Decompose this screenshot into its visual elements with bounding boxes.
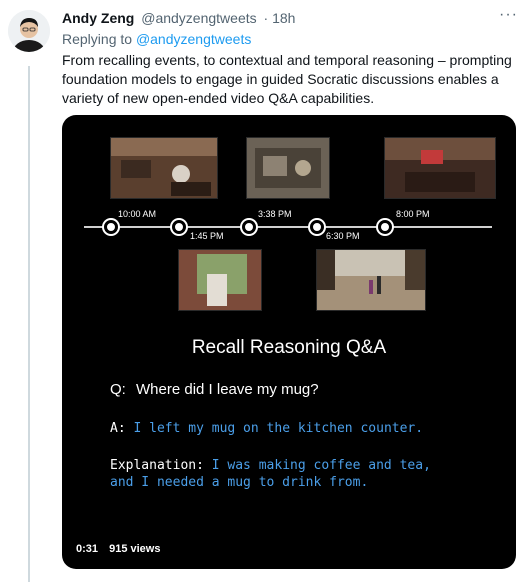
timeline-label-5: 8:00 PM bbox=[396, 209, 430, 219]
thumbnail-sink bbox=[246, 137, 330, 199]
answer-prefix: A: bbox=[110, 421, 126, 436]
tweet-time[interactable]: 18h bbox=[272, 10, 295, 26]
more-options-button[interactable]: ··· bbox=[499, 6, 518, 24]
video-duration: 0:31 bbox=[76, 543, 99, 555]
answer-line: A: I left my mug on the kitchen counter. bbox=[110, 421, 423, 436]
timeline-marker-5 bbox=[378, 220, 392, 234]
thread-line bbox=[28, 66, 30, 582]
timeline-marker-1 bbox=[104, 220, 118, 234]
answer-text: I left my mug on the kitchen counter. bbox=[133, 421, 424, 436]
timeline-label-4: 6:30 PM bbox=[326, 231, 360, 241]
explanation-line-1: Explanation: I was making coffee and tea… bbox=[110, 458, 431, 473]
thumbnail-kitchen-morning bbox=[110, 137, 218, 199]
replying-prefix: Replying to bbox=[62, 31, 133, 47]
avatar[interactable] bbox=[8, 10, 50, 52]
header-separator: · bbox=[263, 10, 269, 26]
author-name[interactable]: Andy Zeng bbox=[62, 10, 134, 26]
tweet-header: Andy Zeng @andyzengtweets · 18h ··· bbox=[62, 6, 522, 30]
video-title: Recall Reasoning Q&A bbox=[191, 337, 387, 358]
question-line: Q: Where did I leave my mug? bbox=[110, 381, 319, 398]
question-text: Where did I leave my mug? bbox=[136, 381, 319, 398]
explanation-prefix: Explanation: bbox=[110, 458, 204, 473]
question-prefix: Q: bbox=[110, 381, 126, 398]
replying-to: Replying to @andyzengtweets bbox=[62, 31, 251, 47]
explanation-text-1: I was making coffee and tea, bbox=[211, 458, 431, 473]
timeline-marker-4 bbox=[310, 220, 324, 234]
replying-to-link[interactable]: @andyzengtweets bbox=[136, 31, 251, 47]
explanation-text-2: and I needed a mug to drink from. bbox=[110, 475, 369, 490]
video-views: 915 views bbox=[109, 543, 161, 555]
timeline-label-3: 3:38 PM bbox=[258, 209, 292, 219]
timeline-line bbox=[84, 226, 492, 228]
avatar-image bbox=[8, 10, 50, 52]
thumbnail-living-room bbox=[384, 137, 496, 199]
author-handle[interactable]: @andyzengtweets bbox=[141, 10, 256, 26]
timeline-label-1: 10:00 AM bbox=[118, 209, 157, 219]
thumbnail-outdoor-walk bbox=[316, 249, 426, 311]
timeline-marker-2 bbox=[172, 220, 186, 234]
video-meta: 0:31 915 views bbox=[76, 543, 168, 555]
video-player[interactable]: 10:00 AM 1:45 PM 3:38 PM 6:30 PM 8:00 PM… bbox=[62, 115, 516, 569]
tweet-text: From recalling events, to contextual and… bbox=[62, 52, 512, 106]
timeline-label-2: 1:45 PM bbox=[190, 231, 224, 241]
thumbnail-window bbox=[178, 249, 262, 311]
timeline-marker-3 bbox=[242, 220, 256, 234]
